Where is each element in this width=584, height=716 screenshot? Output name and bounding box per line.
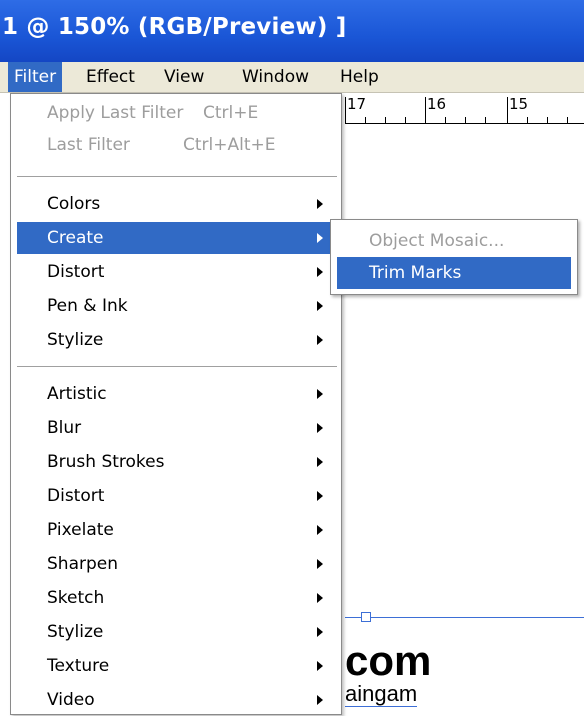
menu-item-label: Last Filter — [47, 135, 130, 155]
horizontal-ruler: 17 16 15 — [345, 93, 584, 124]
submenu-arrow-icon — [317, 695, 323, 705]
menu-item-label: Pixelate — [47, 520, 114, 540]
selection-bounding-line — [345, 617, 584, 618]
submenu-arrow-icon — [317, 627, 323, 637]
submenu-arrow-icon — [317, 661, 323, 671]
menu-item-shortcut: Ctrl+Alt+E — [183, 135, 276, 155]
submenu-arrow-icon — [317, 491, 323, 501]
menu-item-label: Colors — [47, 194, 101, 214]
canvas-artwork-text: com — [345, 637, 432, 684]
submenu-arrow-icon — [317, 525, 323, 535]
menu-item-brush-strokes[interactable]: Brush Strokes — [17, 446, 337, 478]
menu-help[interactable]: Help — [334, 62, 385, 92]
ruler-number: 16 — [427, 95, 447, 113]
menu-item-label: Distort — [47, 486, 105, 506]
menu-item-last-filter[interactable]: Last Filter Ctrl+Alt+E — [17, 129, 337, 161]
submenu-item-trim-marks[interactable]: Trim Marks — [337, 257, 571, 289]
menu-separator — [17, 366, 337, 367]
menu-bar: Filter Effect View Window Help — [0, 62, 584, 93]
menu-item-label: Stylize — [47, 330, 104, 350]
ruler-number: 15 — [509, 95, 529, 113]
menu-item-texture[interactable]: Texture — [17, 650, 337, 682]
submenu-arrow-icon — [317, 335, 323, 345]
menu-item-pixelate[interactable]: Pixelate — [17, 514, 337, 546]
menu-item-sharpen[interactable]: Sharpen — [17, 548, 337, 580]
menu-item-shortcut: Ctrl+E — [203, 103, 259, 123]
menu-item-label: Sharpen — [47, 554, 118, 574]
filter-dropdown-menu: Apply Last Filter Ctrl+E Last Filter Ctr… — [10, 93, 342, 715]
submenu-arrow-icon — [317, 301, 323, 311]
menu-item-sketch[interactable]: Sketch — [17, 582, 337, 614]
menu-item-label: Apply Last Filter — [47, 103, 184, 123]
submenu-arrow-icon — [317, 267, 323, 277]
menu-item-create[interactable]: Create — [17, 222, 337, 254]
menu-item-label: Artistic — [47, 384, 107, 404]
submenu-arrow-icon — [317, 233, 323, 243]
submenu-arrow-icon — [317, 559, 323, 569]
menu-item-label: Pen & Ink — [47, 296, 128, 316]
window-titlebar: 1 @ 150% (RGB/Preview) ] — [0, 0, 584, 62]
menu-filter[interactable]: Filter — [8, 62, 63, 92]
menu-window[interactable]: Window — [236, 62, 315, 92]
menu-item-label: Texture — [47, 656, 110, 676]
menu-item-label: Brush Strokes — [47, 452, 165, 472]
menu-item-label: Blur — [47, 418, 82, 438]
menu-item-artistic[interactable]: Artistic — [17, 378, 337, 410]
menu-separator — [17, 176, 337, 177]
menu-item-pen-and-ink[interactable]: Pen & Ink — [17, 290, 337, 322]
window-title: 1 @ 150% (RGB/Preview) ] — [2, 14, 347, 40]
menu-item-video[interactable]: Video — [17, 684, 337, 716]
selection-handle[interactable] — [361, 612, 371, 622]
menu-item-stylize[interactable]: Stylize — [17, 324, 337, 356]
submenu-arrow-icon — [317, 199, 323, 209]
menu-item-apply-last-filter[interactable]: Apply Last Filter Ctrl+E — [17, 97, 337, 129]
canvas-artwork-subtext: aingam — [345, 681, 418, 707]
submenu-arrow-icon — [317, 457, 323, 467]
submenu-arrow-icon — [317, 593, 323, 603]
menu-item-stylize-2[interactable]: Stylize — [17, 616, 337, 648]
menu-item-distort[interactable]: Distort — [17, 256, 337, 288]
menu-item-label: Create — [47, 228, 104, 248]
menu-item-label: Distort — [47, 262, 105, 282]
menu-item-distort-2[interactable]: Distort — [17, 480, 337, 512]
submenu-arrow-icon — [317, 423, 323, 433]
menu-item-colors[interactable]: Colors — [17, 188, 337, 220]
menu-item-blur[interactable]: Blur — [17, 412, 337, 444]
menu-item-label: Sketch — [47, 588, 105, 608]
submenu-item-object-mosaic[interactable]: Object Mosaic... — [337, 225, 571, 257]
submenu-arrow-icon — [317, 389, 323, 399]
menu-view[interactable]: View — [158, 62, 210, 92]
menu-effect[interactable]: Effect — [80, 62, 141, 92]
create-submenu: Object Mosaic... Trim Marks — [330, 219, 578, 295]
ruler-number: 17 — [347, 95, 367, 113]
menu-item-label: Stylize — [47, 622, 104, 642]
menu-item-label: Video — [47, 690, 95, 710]
